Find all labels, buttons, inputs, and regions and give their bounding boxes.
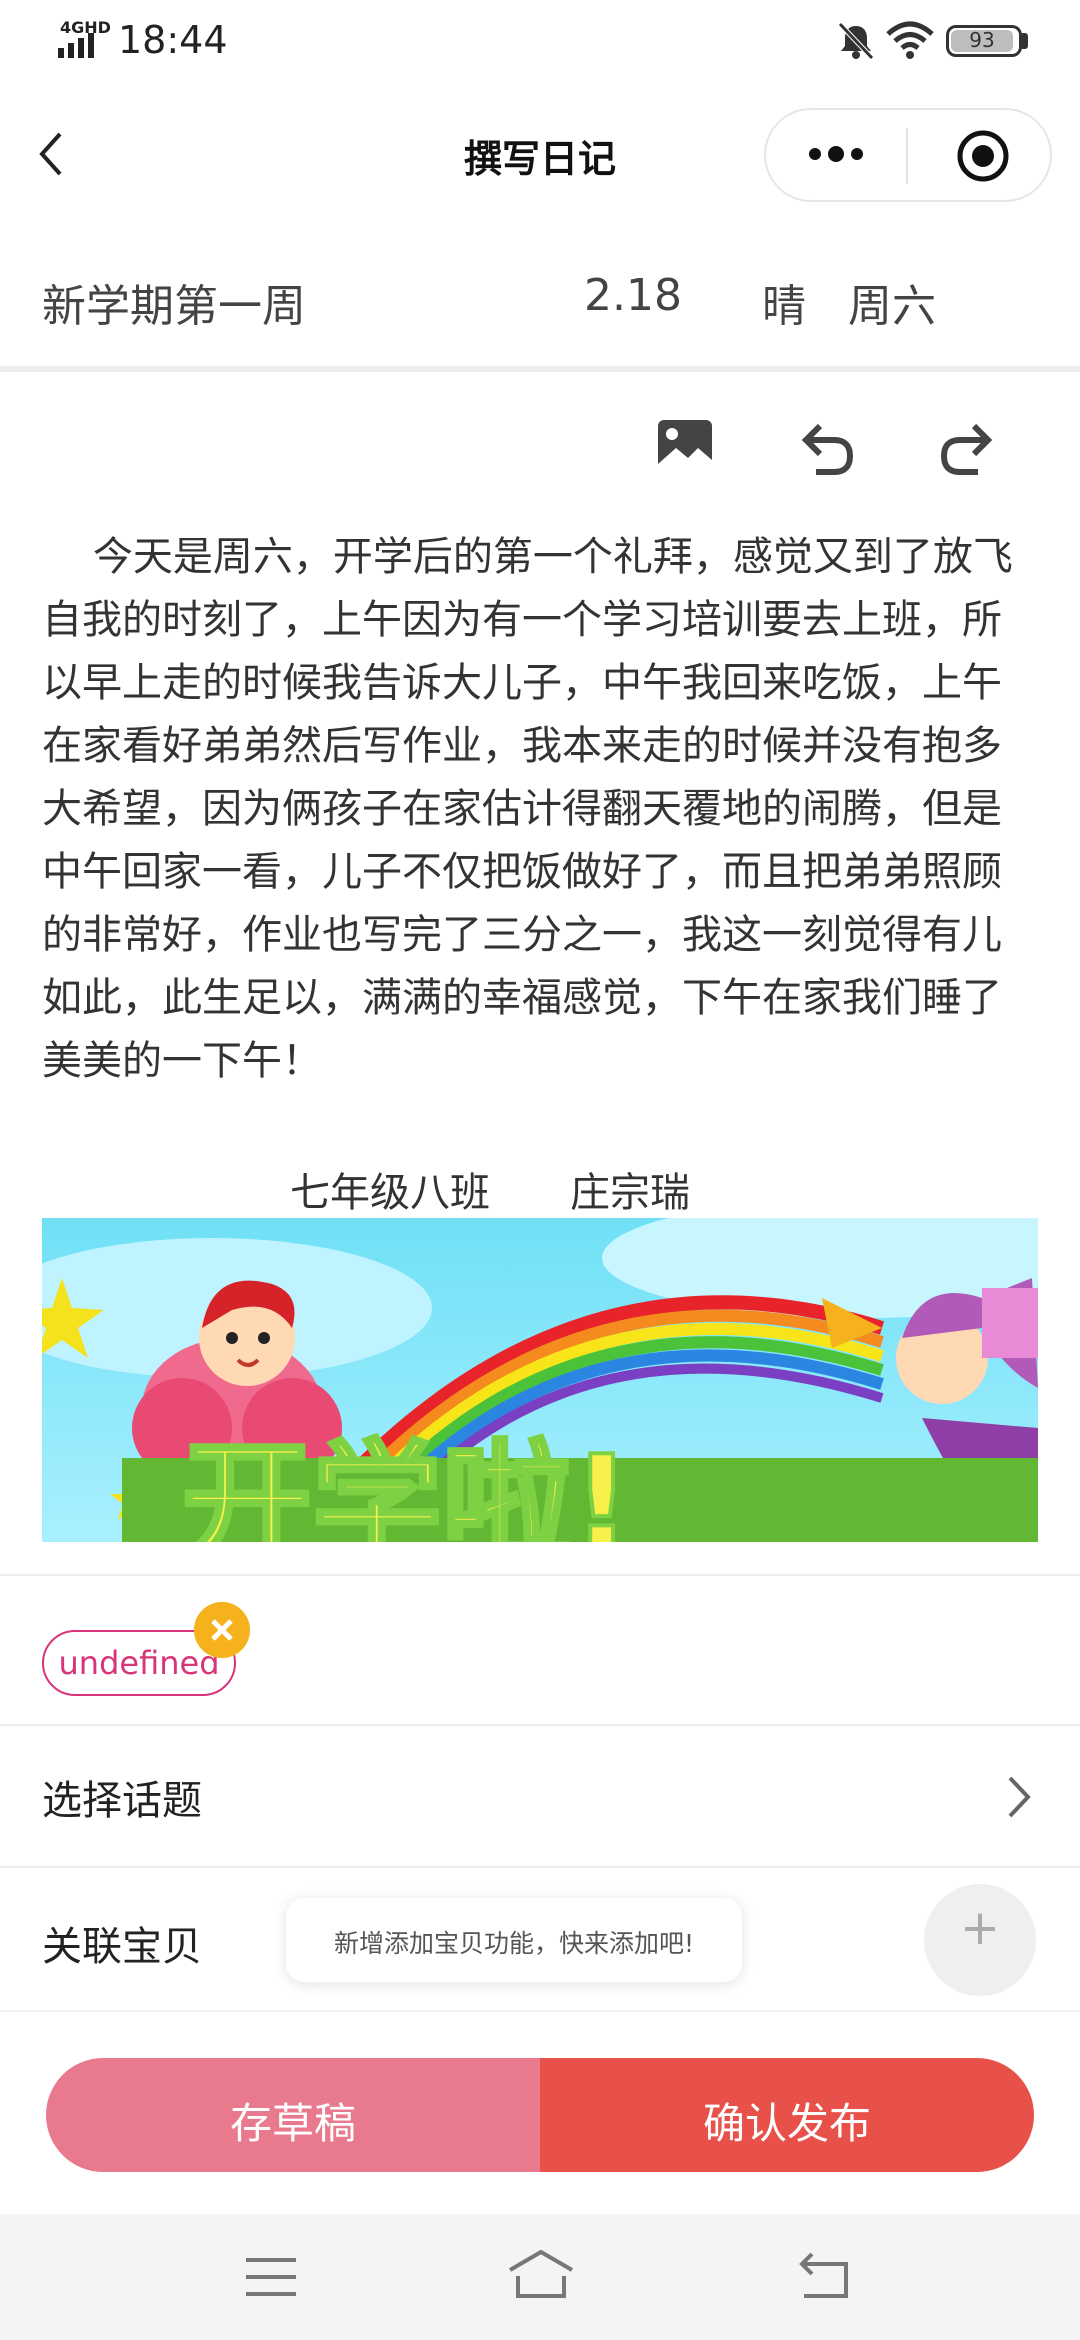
home-icon[interactable] [506,2246,576,2302]
more-icon[interactable] [805,142,867,166]
save-draft-label: 存草稿 [229,2099,356,2148]
capsule-divider [906,128,908,184]
menu-icon[interactable] [244,2254,298,2300]
divider [0,366,1080,372]
diary-body[interactable]: 今天是周六，开学后的第一个礼拜，感觉又到了放飞自我的时刻了，上午因为有一个学习培… [42,526,1038,1093]
bell-off-icon [838,22,874,60]
banner-image[interactable]: 开学啦! [42,1218,1038,1542]
status-bar: 4GHD 18:44 93 [0,0,1080,84]
battery-tip [1022,33,1028,49]
undo-icon[interactable] [794,416,858,480]
chevron-right-icon[interactable] [1004,1772,1034,1822]
plus-icon: + [959,1900,1001,1956]
diary-weekday[interactable]: 周六 [848,270,936,334]
diary-date[interactable]: 2.18 [584,270,682,321]
publish-label: 确认发布 [702,2099,871,2148]
signature-name: 庄宗瑞 [570,1170,690,1216]
image-icon[interactable] [656,418,714,476]
tooltip-text: 新增添加宝贝功能，快来添加吧! [333,1929,695,1958]
diary-title[interactable]: 新学期第一周 [42,270,306,334]
redo-icon[interactable] [936,416,1000,480]
diary-weather[interactable]: 晴 [762,270,806,334]
status-time: 18:44 [118,18,228,62]
divider [0,1866,1080,1868]
battery-percent: 93 [969,28,995,52]
wifi-icon [886,21,934,59]
close-target-icon[interactable] [955,128,1011,184]
relate-baby-label: 关联宝贝 [42,1924,202,1970]
divider [0,2010,1080,2012]
return-icon[interactable] [796,2252,852,2300]
divider [0,1574,1080,1576]
close-icon[interactable] [194,1602,250,1658]
select-topic-row[interactable]: 选择话题 [42,1768,202,1826]
signature-class: 七年级八班 [290,1170,490,1216]
banner-text: 开学啦! [182,1427,631,1542]
signal-icon [58,33,94,58]
divider [0,1724,1080,1726]
